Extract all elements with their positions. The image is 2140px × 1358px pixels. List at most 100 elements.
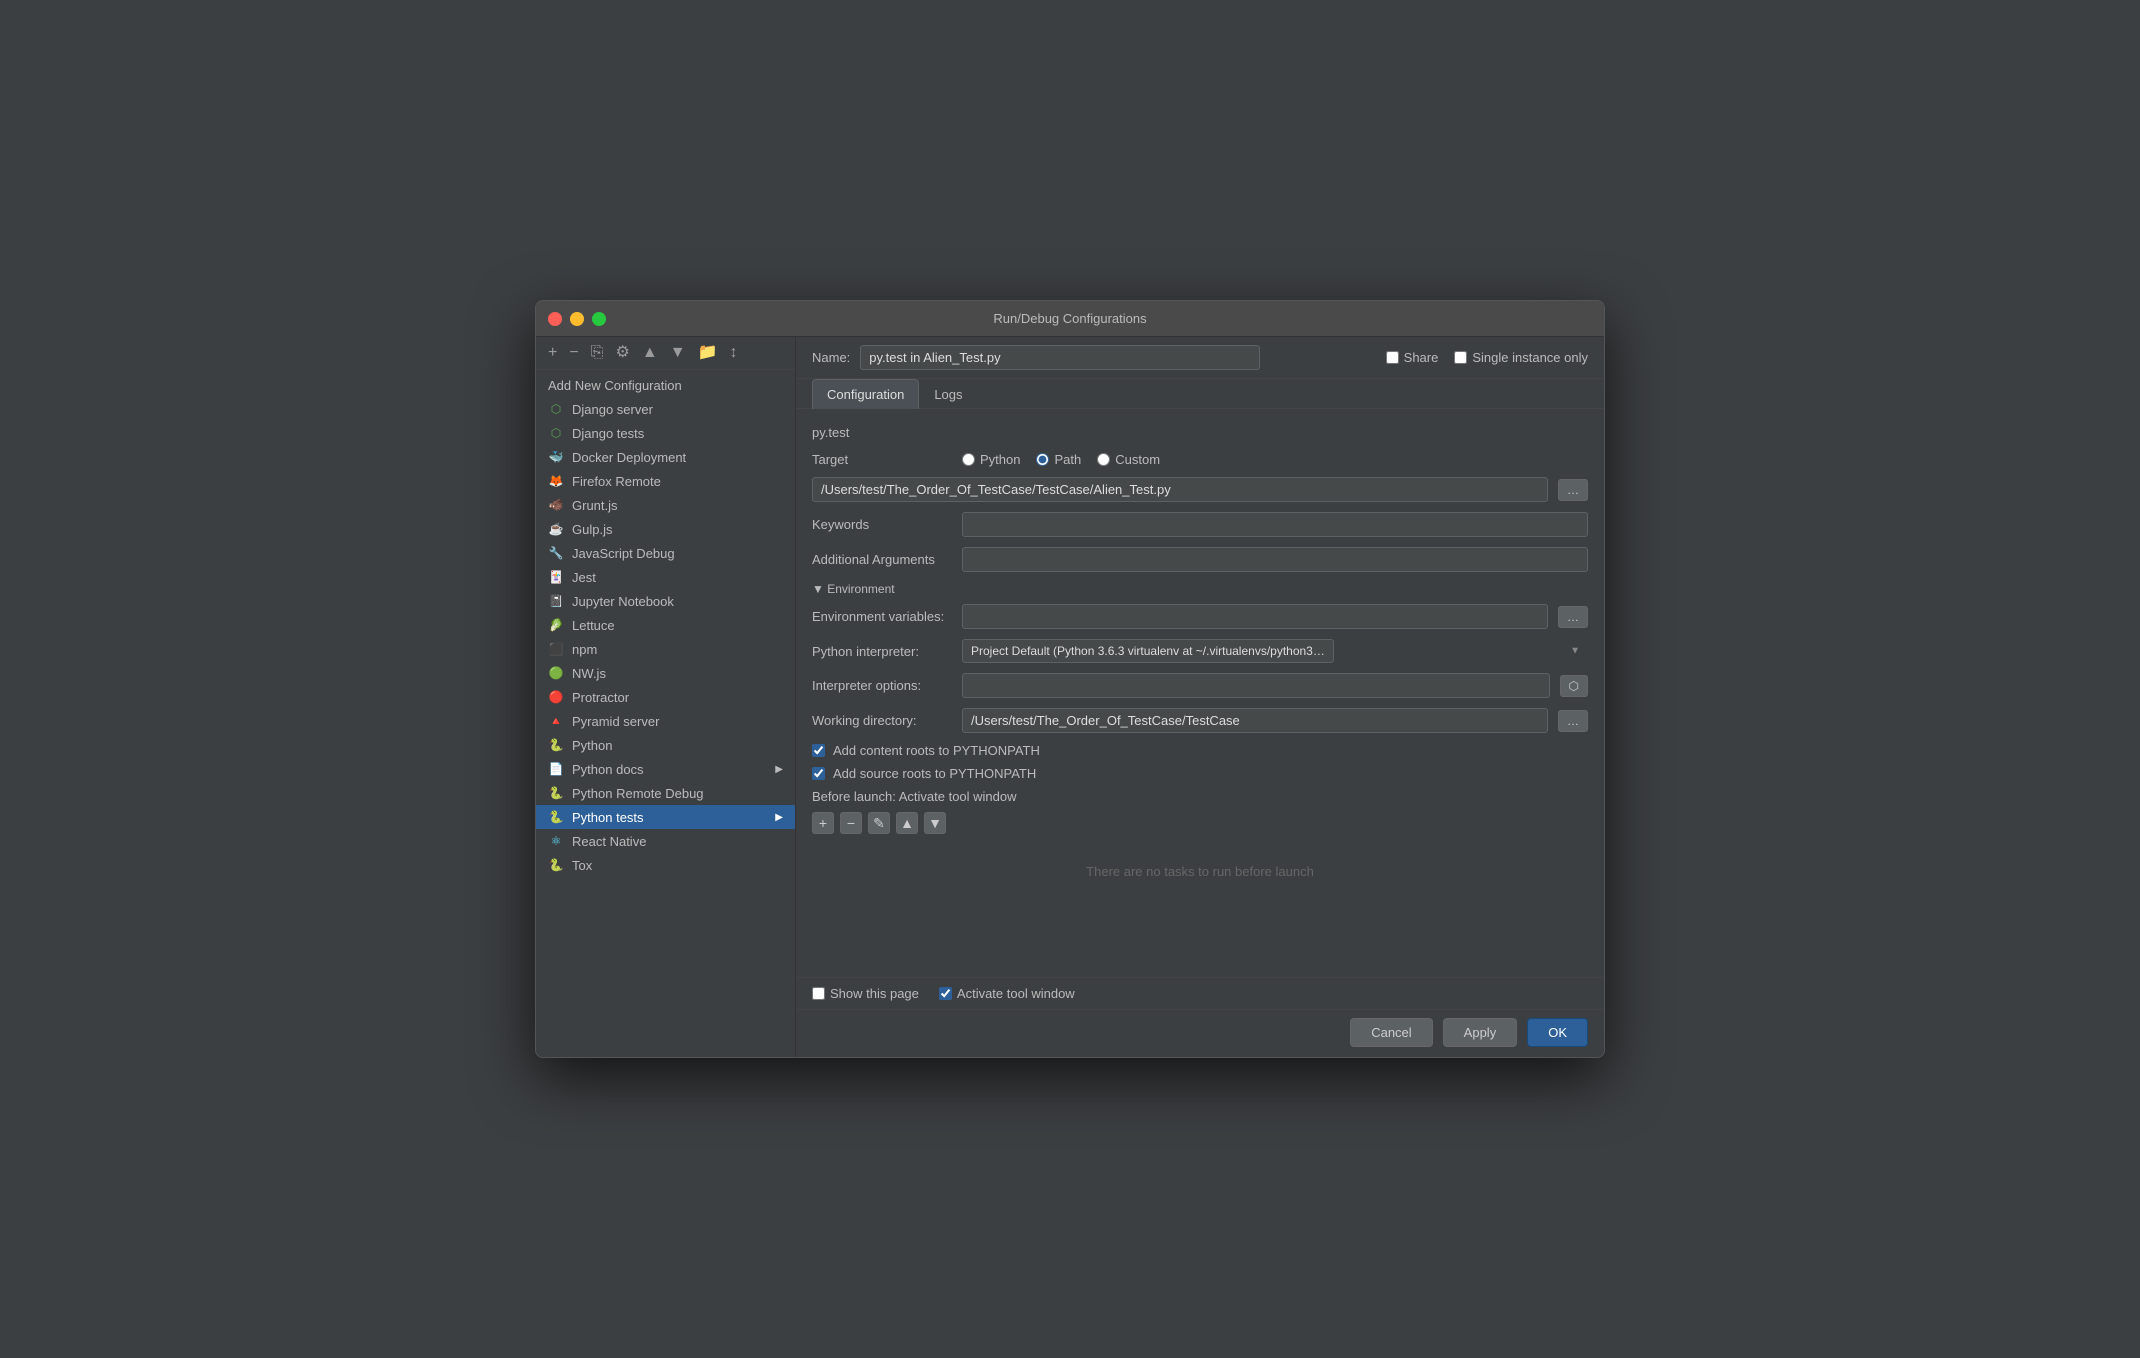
python-docs-arrow: ▶ (775, 764, 783, 775)
close-button[interactable] (548, 312, 562, 326)
add-content-roots-checkbox[interactable] (812, 744, 825, 757)
keywords-label: Keywords (812, 517, 952, 532)
sidebar-label-gulp: Gulp.js (572, 522, 612, 537)
env-vars-browse-button[interactable]: … (1558, 606, 1588, 628)
sidebar-item-gulpjs[interactable]: ☕ Gulp.js (536, 517, 795, 541)
window-title: Run/Debug Configurations (993, 311, 1146, 326)
target-radio-group: Python Path Custom (962, 452, 1160, 467)
custom-radio-label[interactable]: Custom (1097, 452, 1160, 467)
sidebar-item-lettuce[interactable]: 🥬 Lettuce (536, 613, 795, 637)
sidebar-item-django-tests[interactable]: ⬡ Django tests (536, 421, 795, 445)
minimize-button[interactable] (570, 312, 584, 326)
launch-edit-button[interactable]: ✎ (868, 812, 890, 834)
apply-button[interactable]: Apply (1443, 1018, 1518, 1047)
react-native-icon: ⚛ (548, 833, 564, 849)
sidebar-item-javascript-debug[interactable]: 🔧 JavaScript Debug (536, 541, 795, 565)
python-interpreter-select[interactable]: Project Default (Python 3.6.3 virtualenv… (962, 639, 1334, 663)
sidebar-item-gruntjs[interactable]: 🐗 Grunt.js (536, 493, 795, 517)
show-page-checkbox-label[interactable]: Show this page (812, 986, 919, 1001)
add-config-button[interactable]: + (544, 343, 561, 363)
bottom-bar: Show this page Activate tool window (796, 977, 1604, 1009)
sidebar-item-npm[interactable]: ⬛ npm (536, 637, 795, 661)
working-dir-browse-button[interactable]: … (1558, 710, 1588, 732)
sidebar-item-python-tests[interactable]: 🐍 Python tests ▶ (536, 805, 795, 829)
additional-args-label: Additional Arguments (812, 552, 952, 567)
move-down-button[interactable]: ▼ (666, 343, 690, 363)
right-panel: Name: Share Single instance only Configu… (796, 337, 1604, 1057)
config-content: py.test Target Python Path (796, 409, 1604, 977)
folder-button[interactable]: 📁 (694, 343, 722, 363)
interpreter-options-input[interactable] (962, 673, 1550, 698)
path-radio-label[interactable]: Path (1036, 452, 1081, 467)
add-source-roots-checkbox[interactable] (812, 767, 825, 780)
sidebar-item-tox[interactable]: 🐍 Tox (536, 853, 795, 877)
settings-config-button[interactable]: ⚙ (612, 343, 634, 363)
remove-config-button[interactable]: − (565, 343, 582, 363)
show-page-checkbox[interactable] (812, 987, 825, 1000)
sidebar-item-django-server[interactable]: ⬡ Django server (536, 397, 795, 421)
sidebar-item-nwjs[interactable]: 🟢 NW.js (536, 661, 795, 685)
python-radio-label[interactable]: Python (962, 452, 1020, 467)
python-radio[interactable] (962, 453, 975, 466)
launch-remove-button[interactable]: − (840, 812, 862, 834)
sidebar-item-docker-deploy[interactable]: 🐳 Docker Deployment (536, 445, 795, 469)
cancel-button[interactable]: Cancel (1350, 1018, 1432, 1047)
sidebar-item-jupyter[interactable]: 📓 Jupyter Notebook (536, 589, 795, 613)
single-instance-checkbox-label[interactable]: Single instance only (1454, 350, 1588, 365)
ok-button[interactable]: OK (1527, 1018, 1588, 1047)
launch-down-button[interactable]: ▼ (924, 812, 946, 834)
launch-section: Before launch: Activate tool window + − … (812, 789, 1588, 899)
sidebar-item-pyramid-server[interactable]: 🔺 Pyramid server (536, 709, 795, 733)
jupyter-icon: 📓 (548, 593, 564, 609)
share-checkbox[interactable] (1386, 351, 1399, 364)
additional-args-input[interactable] (962, 547, 1588, 572)
add-new-configuration-item[interactable]: Add New Configuration (536, 374, 795, 397)
target-label: Target (812, 452, 952, 467)
copy-config-button[interactable]: ⎘ (587, 343, 608, 363)
activate-tool-window-checkbox[interactable] (939, 987, 952, 1000)
launch-add-button[interactable]: + (812, 812, 834, 834)
launch-up-button[interactable]: ▲ (896, 812, 918, 834)
sidebar-list: Add New Configuration ⬡ Django server ⬡ … (536, 370, 795, 1057)
gulp-icon: ☕ (548, 521, 564, 537)
docker-deploy-icon: 🐳 (548, 449, 564, 465)
sidebar-item-protractor[interactable]: 🔴 Protractor (536, 685, 795, 709)
sidebar: + − ⎘ ⚙ ▲ ▼ 📁 ↕ Add New Configuration ⬡ … (536, 337, 796, 1057)
name-input[interactable] (860, 345, 1260, 370)
working-dir-input[interactable] (962, 708, 1548, 733)
tab-logs[interactable]: Logs (919, 379, 977, 409)
single-instance-checkbox[interactable] (1454, 351, 1467, 364)
share-checkbox-label[interactable]: Share (1386, 350, 1439, 365)
custom-radio[interactable] (1097, 453, 1110, 466)
python-option-label: Python (980, 452, 1020, 467)
interpreter-options-browse-button[interactable]: ⬡ (1560, 675, 1588, 697)
working-dir-row: Working directory: … (812, 708, 1588, 733)
sidebar-label-python: Python (572, 738, 612, 753)
path-input[interactable] (812, 477, 1548, 502)
maximize-button[interactable] (592, 312, 606, 326)
move-up-button[interactable]: ▲ (638, 343, 662, 363)
sidebar-label-jupyter: Jupyter Notebook (572, 594, 674, 609)
add-new-label: Add New Configuration (548, 378, 682, 393)
sidebar-item-python[interactable]: 🐍 Python (536, 733, 795, 757)
activate-tool-window-checkbox-label[interactable]: Activate tool window (939, 986, 1075, 1001)
sidebar-item-jest[interactable]: 🃏 Jest (536, 565, 795, 589)
sidebar-item-firefox-remote[interactable]: 🦊 Firefox Remote (536, 469, 795, 493)
working-dir-label: Working directory: (812, 713, 952, 728)
sidebar-label-grunt: Grunt.js (572, 498, 618, 513)
sidebar-item-python-docs[interactable]: 📄 Python docs ▶ (536, 757, 795, 781)
sort-button[interactable]: ↕ (725, 343, 741, 363)
firefox-remote-icon: 🦊 (548, 473, 564, 489)
sidebar-item-react-native[interactable]: ⚛ React Native (536, 829, 795, 853)
environment-toggle[interactable]: ▼ Environment (812, 582, 1588, 596)
env-vars-input[interactable] (962, 604, 1548, 629)
sidebar-label-npm: npm (572, 642, 597, 657)
django-tests-icon: ⬡ (548, 425, 564, 441)
keywords-input[interactable] (962, 512, 1588, 537)
sidebar-label-tox: Tox (572, 858, 592, 873)
path-browse-button[interactable]: … (1558, 479, 1588, 501)
path-radio[interactable] (1036, 453, 1049, 466)
sidebar-label-protractor: Protractor (572, 690, 629, 705)
tab-configuration[interactable]: Configuration (812, 379, 919, 409)
sidebar-item-python-remote-debug[interactable]: 🐍 Python Remote Debug (536, 781, 795, 805)
